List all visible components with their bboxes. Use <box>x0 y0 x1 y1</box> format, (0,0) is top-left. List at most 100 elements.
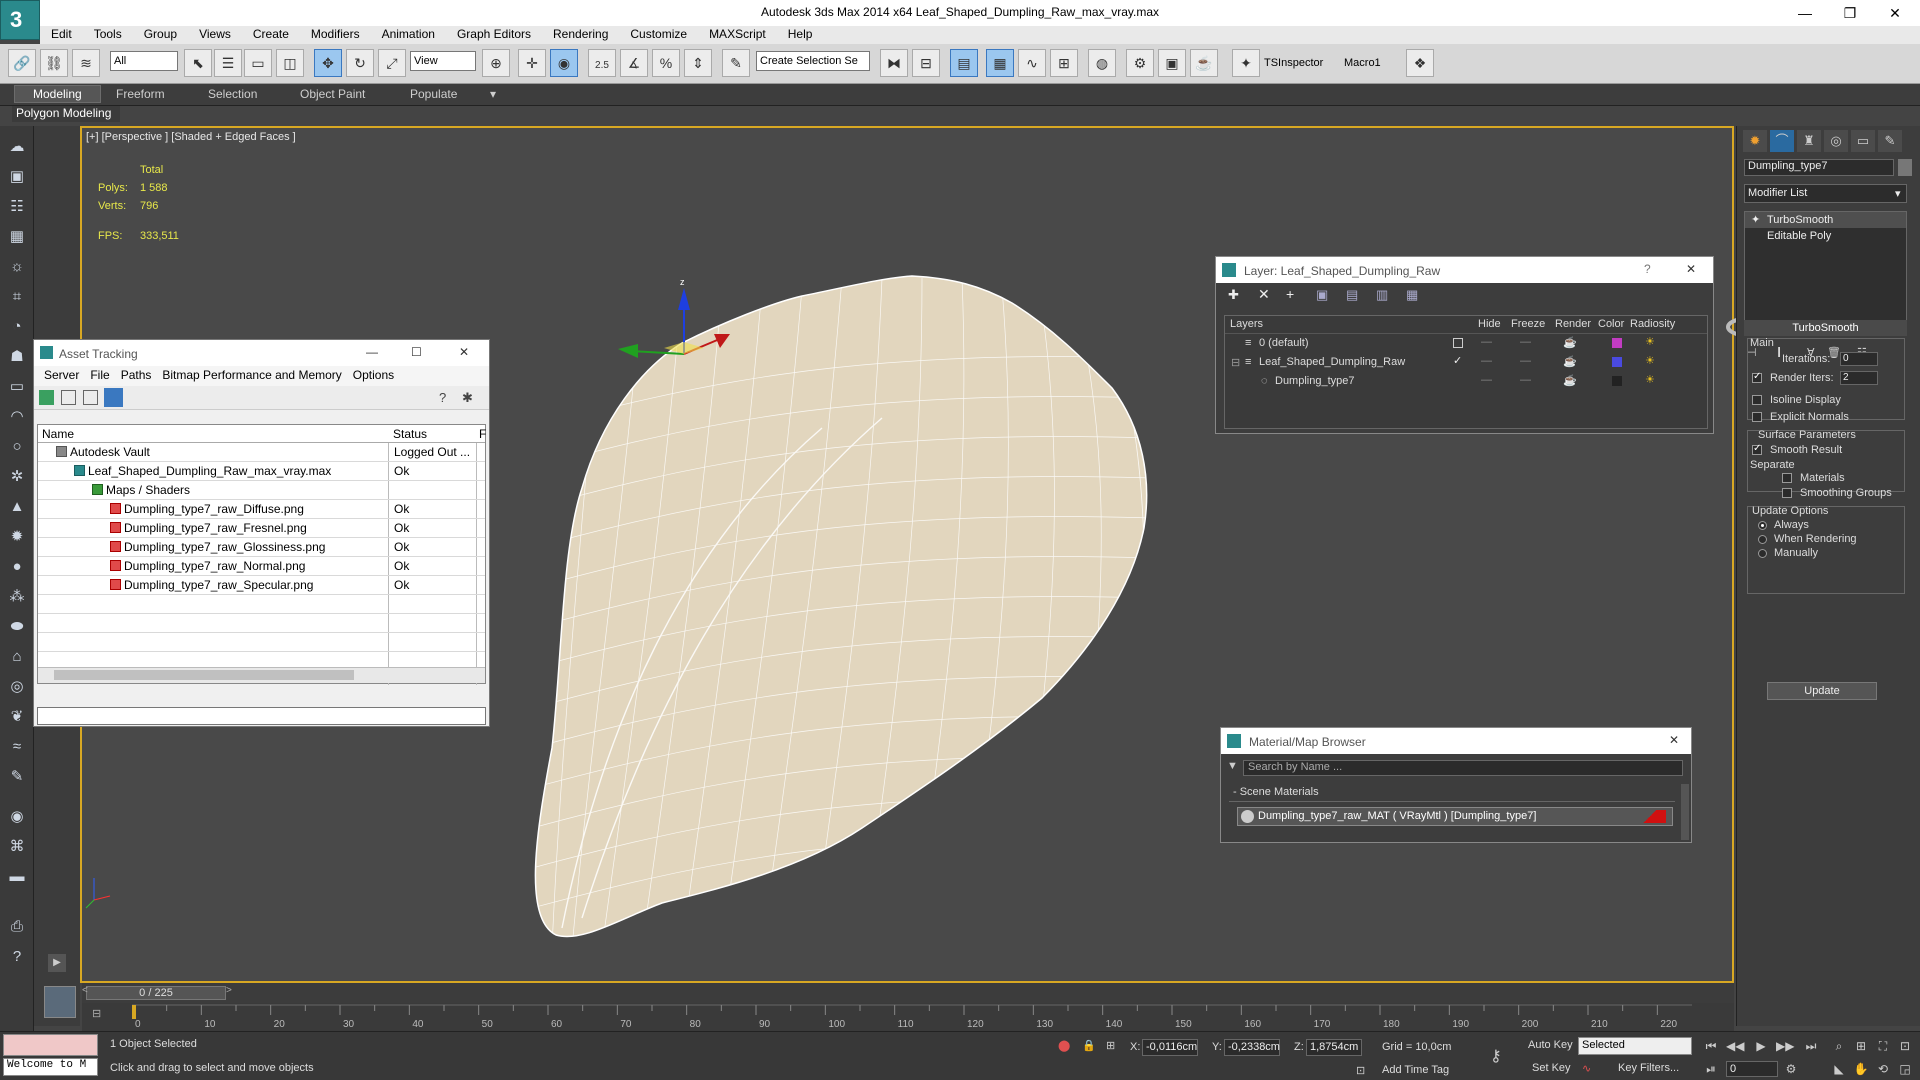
hair-icon[interactable]: ⁂ <box>6 586 28 608</box>
stack-item-editable-poly[interactable]: Editable Poly <box>1745 228 1906 244</box>
dial-icon[interactable]: ◔ <box>6 316 28 338</box>
paint-icon[interactable]: ✎ <box>6 766 28 788</box>
align-icon[interactable]: ⊟ <box>912 49 940 77</box>
object-name-field[interactable]: Dumpling_type7 <box>1744 159 1894 176</box>
rendered-frame-window-icon[interactable]: ▣ <box>1158 49 1186 77</box>
col-radiosity[interactable]: Radiosity <box>1630 318 1675 330</box>
asset-tracking-titlebar[interactable]: Asset Tracking — ☐ ✕ <box>34 340 489 366</box>
asset-minimize-button[interactable]: — <box>366 345 378 359</box>
new-layer-icon[interactable]: ✚ <box>1228 287 1239 303</box>
spinner-snap-icon[interactable]: ⇕ <box>684 49 712 77</box>
always-radio[interactable] <box>1758 521 1767 530</box>
script-icon[interactable]: ⎙ <box>6 916 28 938</box>
tab-selection[interactable]: Selection <box>208 87 257 101</box>
col-status[interactable]: Status <box>393 427 427 441</box>
tab-object-paint[interactable]: Object Paint <box>300 87 365 101</box>
col-color[interactable]: Color <box>1598 318 1624 330</box>
globe-icon[interactable]: ◎ <box>6 676 28 698</box>
key-mode-icon[interactable]: ∿ <box>1582 1062 1591 1075</box>
asset-menu-file[interactable]: File <box>90 368 109 382</box>
ribbon-options-icon[interactable]: ▾ <box>490 87 496 101</box>
render-sphere-icon[interactable]: ◉ <box>6 806 28 828</box>
menu-customize[interactable]: Customize <box>619 26 698 42</box>
unlink-icon[interactable]: ⛓ <box>40 49 68 77</box>
app-logo[interactable]: 3 <box>0 0 40 40</box>
render-teapot-icon[interactable]: ☕ <box>1563 355 1577 368</box>
layer-row[interactable]: ≡ 0 (default) — — ☕ ☀ <box>1225 334 1707 353</box>
gizmo-y-arrow-icon[interactable] <box>618 344 638 358</box>
ball-icon[interactable]: ● <box>6 556 28 578</box>
utilities-tab-icon[interactable]: ✎ <box>1878 130 1902 152</box>
hierarchy-tab-icon[interactable]: ♜ <box>1797 130 1821 152</box>
selection-lock-icon[interactable]: 🔒 <box>1082 1039 1096 1052</box>
y-coordinate-field[interactable]: -0,2338cm <box>1224 1039 1280 1056</box>
help-icon[interactable]: ? <box>6 946 28 968</box>
menu-graph-editors[interactable]: Graph Editors <box>446 26 542 42</box>
hf-icon[interactable]: ≈ <box>6 736 28 758</box>
freeze-toggle[interactable]: — <box>1520 355 1531 367</box>
menu-create[interactable]: Create <box>242 26 300 42</box>
auto-key-button[interactable]: Auto Key <box>1528 1039 1573 1051</box>
x-coordinate-field[interactable]: -0,0116cm <box>1142 1039 1198 1056</box>
track-bar[interactable]: ⊟ 0 10 20 30 40 50 60 70 80 90 100 110 120 130 140 150 1… <box>82 1003 1734 1031</box>
dome-icon[interactable]: ◠ <box>6 406 28 428</box>
tab-populate[interactable]: Populate <box>410 87 457 101</box>
window-crossing-icon[interactable]: ◫ <box>276 49 304 77</box>
isolate-selection-icon[interactable]: ⬤ <box>1058 1039 1070 1052</box>
layer-close-button[interactable]: ✕ <box>1686 262 1696 276</box>
material-item[interactable]: Dumpling_type7_raw_MAT ( VRayMtl ) [Dump… <box>1237 807 1673 826</box>
key-selection-dropdown[interactable]: Selected <box>1578 1037 1692 1055</box>
materials-checkbox[interactable] <box>1782 473 1792 483</box>
time-tag-icon[interactable]: ⊡ <box>1356 1064 1365 1077</box>
layer-help-button[interactable]: ? <box>1644 262 1651 276</box>
menu-help[interactable]: Help <box>777 26 824 42</box>
macro-icon[interactable]: ❖ <box>1406 49 1434 77</box>
frame-icon[interactable]: ⌂ <box>6 646 28 668</box>
angle-snap-icon[interactable]: ∡ <box>620 49 648 77</box>
teapot-icon[interactable]: ☁ <box>6 136 28 158</box>
current-frame-marker[interactable] <box>132 1005 136 1019</box>
isoline-checkbox[interactable] <box>1752 395 1762 405</box>
material-search-input[interactable]: Search by Name ... <box>1243 760 1683 776</box>
expand-icon[interactable]: ⊟ <box>1231 356 1240 369</box>
mirror-icon[interactable]: ⧓ <box>880 49 908 77</box>
toggle-ribbon-icon[interactable]: ▦ <box>986 49 1014 77</box>
asset-row[interactable]: Dumpling_type7_raw_Specular.png Ok <box>38 576 485 595</box>
layer-titlebar[interactable]: Layer: Leaf_Shaped_Dumpling_Raw ? ✕ <box>1216 257 1713 283</box>
when-rendering-radio[interactable] <box>1758 535 1767 544</box>
hide-toggle[interactable]: — <box>1481 374 1492 386</box>
selection-filter-dropdown[interactable]: All <box>110 51 178 71</box>
current-layer-box[interactable] <box>1453 338 1463 348</box>
menu-maxscript[interactable]: MAXScript <box>698 26 777 42</box>
schematic-view-icon[interactable]: ⊞ <box>1050 49 1078 77</box>
snaps-toggle-icon[interactable]: 2.5 <box>588 49 616 77</box>
pan-icon[interactable]: ✋ <box>1852 1060 1870 1078</box>
cone-icon[interactable]: ▲ <box>6 496 28 518</box>
grid-view-icon[interactable] <box>104 388 123 407</box>
plane-icon[interactable]: ▭ <box>6 376 28 398</box>
asset-maximize-button[interactable]: ☐ <box>411 345 422 359</box>
tsinspector-icon[interactable]: ✦ <box>1232 49 1260 77</box>
restore-button[interactable]: ❐ <box>1830 2 1870 24</box>
render-production-icon[interactable]: ☕ <box>1190 49 1218 77</box>
col-name[interactable]: Name <box>42 427 74 441</box>
asset-menu-options[interactable]: Options <box>353 368 394 382</box>
select-object-icon[interactable]: ⬉ <box>184 49 212 77</box>
select-manipulate-icon[interactable]: ✛ <box>518 49 546 77</box>
macro1-label[interactable]: Macro1 <box>1344 57 1381 69</box>
browser-options-icon[interactable]: ▼ <box>1227 760 1238 772</box>
smoothing-groups-checkbox[interactable] <box>1782 488 1792 498</box>
tag-icon[interactable]: ⌘ <box>6 836 28 858</box>
mini-curve-editor-icon[interactable]: ⊟ <box>92 1007 101 1020</box>
menu-group[interactable]: Group <box>133 26 188 42</box>
pivot-icon[interactable]: ⊕ <box>482 49 510 77</box>
play-icon[interactable]: ▶ <box>1752 1037 1770 1055</box>
menu-tools[interactable]: Tools <box>83 26 133 42</box>
hide-all-layers-icon[interactable]: ▥ <box>1376 287 1388 303</box>
asset-help-icon[interactable]: ? <box>439 390 446 405</box>
menu-rendering[interactable]: Rendering <box>542 26 619 42</box>
keyboard-shortcut-override-icon[interactable]: ◉ <box>550 49 578 77</box>
manually-radio[interactable] <box>1758 549 1767 558</box>
freeze-all-layers-icon[interactable]: ▦ <box>1406 287 1418 303</box>
absolute-mode-icon[interactable]: ⊞ <box>1106 1039 1115 1052</box>
